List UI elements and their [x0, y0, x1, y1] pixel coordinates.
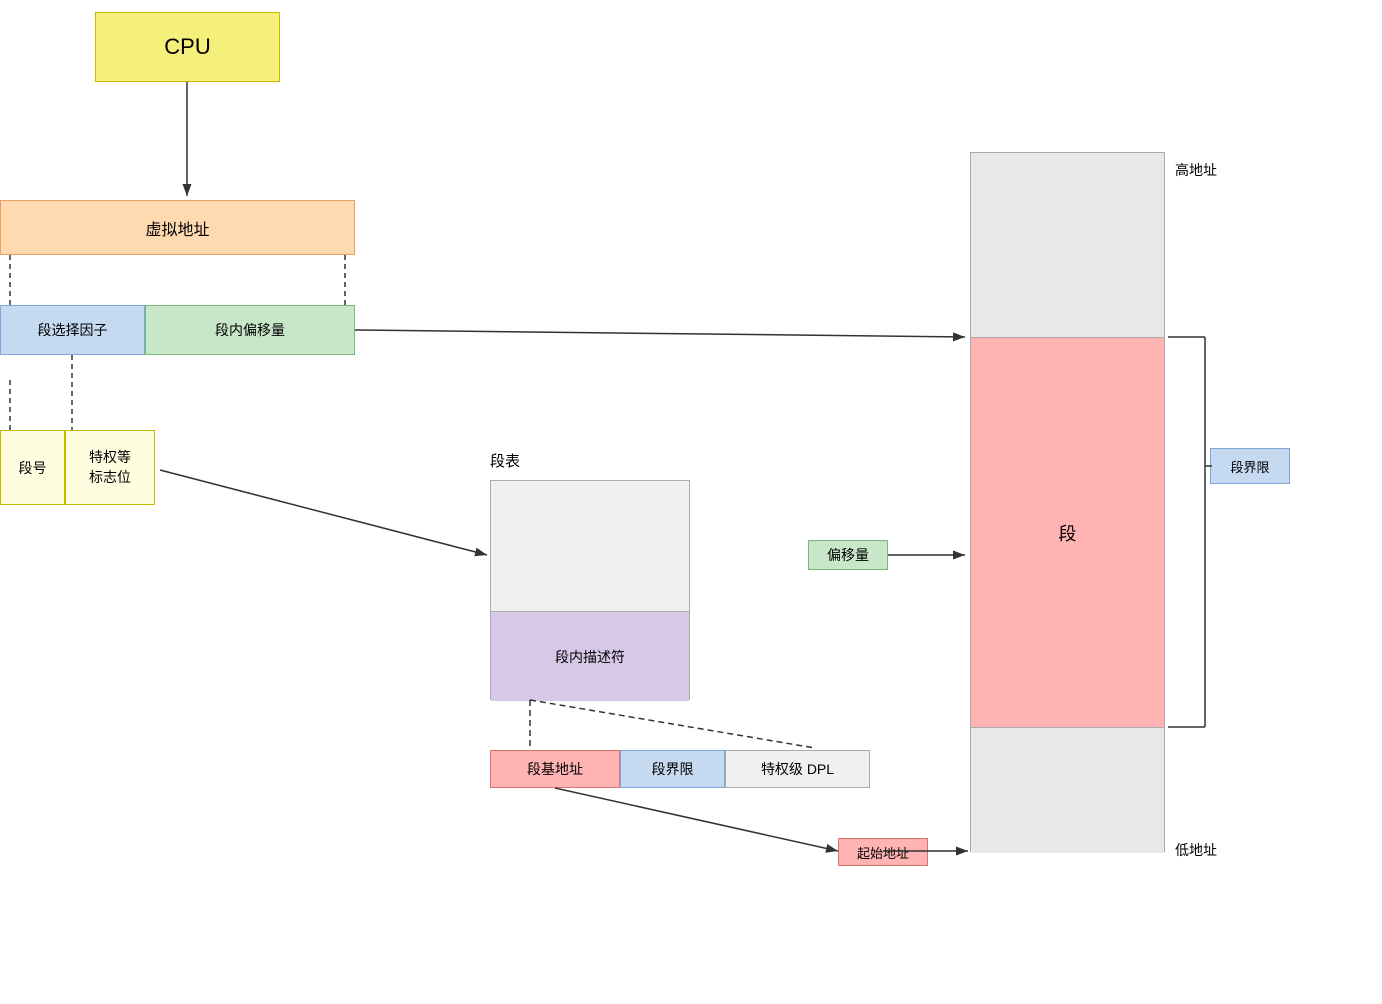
segment-number-box: 段号 — [0, 430, 65, 505]
offset-badge: 偏移量 — [808, 540, 888, 570]
base-to-memory-arrow — [555, 788, 838, 851]
virtual-address-label: 虚拟地址 — [145, 216, 209, 240]
segment-descriptor-box: 段内描述符 — [491, 611, 689, 701]
memory-segment: 段 — [971, 338, 1164, 728]
desc-limit-label: 段界限 — [652, 759, 694, 779]
privilege-flag-label: 特权等标志位 — [89, 448, 131, 487]
cpu-label: CPU — [164, 34, 210, 60]
diagram: CPU 虚拟地址 段选择因子 段内偏移量 段号 特权等标志位 段表 段内描述符 … — [0, 0, 1382, 1004]
desc-dpl-label: 特权级 DPL — [761, 759, 834, 779]
start-address-badge: 起始地址 — [838, 838, 928, 866]
segment-table-box: 段内描述符 — [490, 480, 690, 700]
desc-dpl-box: 特权级 DPL — [725, 750, 870, 788]
segment-table-label: 段表 — [490, 450, 520, 471]
segment-limit-badge: 段界限 — [1210, 448, 1290, 484]
memory-bottom — [971, 728, 1164, 853]
low-address-label: 低地址 — [1175, 840, 1217, 860]
segment-selector-box: 段选择因子 — [0, 305, 145, 355]
virtual-address-box: 虚拟地址 — [0, 200, 355, 255]
privilege-flag-box: 特权等标志位 — [65, 430, 155, 505]
segment-selector-label: 段选择因子 — [38, 320, 108, 340]
cpu-box: CPU — [95, 12, 280, 82]
segnum-to-table-arrow — [160, 470, 487, 555]
memory-segment-label: 段 — [1059, 520, 1077, 546]
memory-top — [971, 153, 1164, 338]
segment-offset-label: 段内偏移量 — [215, 320, 285, 340]
high-address-label: 高地址 — [1175, 160, 1217, 180]
desc-limit-box: 段界限 — [620, 750, 725, 788]
segment-offset-box: 段内偏移量 — [145, 305, 355, 355]
segment-table-top — [491, 481, 689, 611]
segment-number-label: 段号 — [19, 458, 47, 478]
offset-to-memory-arrow — [355, 330, 965, 337]
desc-base-label: 段基地址 — [527, 759, 583, 779]
desc-to-dpl-dashed — [530, 700, 815, 748]
desc-base-box: 段基地址 — [490, 750, 620, 788]
memory-box: 段 — [970, 152, 1165, 852]
segment-descriptor-label: 段内描述符 — [555, 647, 625, 667]
